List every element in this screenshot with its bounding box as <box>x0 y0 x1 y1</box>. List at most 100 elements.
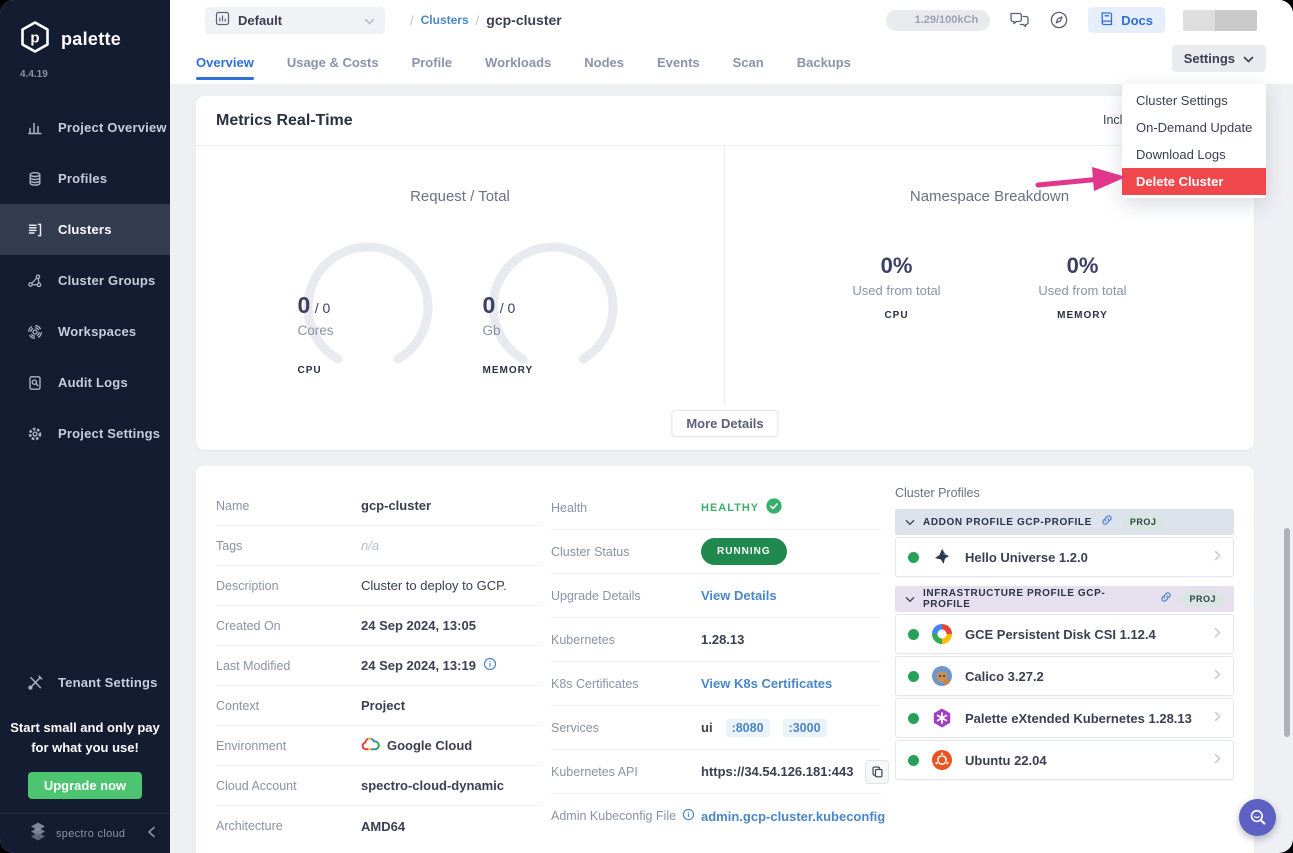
namespace-cpu-stat: 0% Used from total CPU <box>827 253 967 321</box>
pack-name: Calico 3.27.2 <box>965 669 1203 684</box>
sidebar-item-profiles[interactable]: Profiles <box>0 153 170 204</box>
cpu-gauge-unit: Cores <box>298 323 438 338</box>
view-details-link[interactable]: View Details <box>701 588 777 603</box>
page-scrollbar[interactable] <box>1284 528 1290 737</box>
gce-disk-icon <box>930 622 954 646</box>
help-search-fab[interactable] <box>1239 799 1276 836</box>
pack-row-ubuntu[interactable]: Ubuntu 22.04 <box>895 740 1234 780</box>
pack-row-pxk[interactable]: Palette eXtended Kubernetes 1.28.13 <box>895 698 1234 738</box>
sidebar-footer: spectro cloud <box>0 813 170 853</box>
detail-row-context: Context Project <box>216 686 540 726</box>
detail-row-description: Description Cluster to deploy to GCP. <box>216 566 540 606</box>
app-version: 4.4.19 <box>20 69 170 80</box>
pack-status-dot <box>908 629 919 640</box>
memory-metric-label: MEMORY <box>1013 310 1153 321</box>
docs-button-label: Docs <box>1121 13 1153 28</box>
detail-label: Tags <box>216 539 361 553</box>
project-selector-value: Default <box>238 13 356 28</box>
sidebar-item-tenant-settings[interactable]: Tenant Settings <box>0 658 170 708</box>
kubeconfig-download-link[interactable]: admin.gcp-cluster.kubeconfig <box>701 809 885 824</box>
copy-icon[interactable] <box>865 760 889 784</box>
menu-item-delete-cluster[interactable]: Delete Cluster <box>1122 168 1266 195</box>
check-circle-icon <box>766 498 782 517</box>
network-icon <box>26 272 44 290</box>
detail-row-health: Health HEALTHY <box>551 486 881 530</box>
tab-nodes[interactable]: Nodes <box>584 43 624 82</box>
collapse-sidebar-icon[interactable] <box>147 826 156 841</box>
info-icon[interactable] <box>483 657 497 674</box>
menu-item-cluster-settings[interactable]: Cluster Settings <box>1122 87 1266 114</box>
service-port-link[interactable]: :8080 <box>726 719 770 737</box>
chevron-right-icon <box>1214 667 1221 685</box>
chevron-down-icon <box>1243 51 1254 66</box>
chat-icon[interactable] <box>1008 9 1030 31</box>
breadcrumb-separator: / <box>476 13 480 28</box>
tab-overview[interactable]: Overview <box>196 43 254 82</box>
memory-percent: 0% <box>1013 253 1153 279</box>
detail-value: n/a <box>361 538 379 553</box>
tab-usage-costs[interactable]: Usage & Costs <box>287 43 379 82</box>
tab-profile[interactable]: Profile <box>412 43 452 82</box>
detail-label: Name <box>216 499 361 513</box>
sidebar-item-cluster-groups[interactable]: Cluster Groups <box>0 255 170 306</box>
tab-workloads[interactable]: Workloads <box>485 43 551 82</box>
sidebar-item-label: Project Overview <box>58 120 167 135</box>
google-cloud-icon <box>361 737 380 755</box>
chevron-down-icon <box>905 513 915 531</box>
link-icon[interactable] <box>1100 513 1114 532</box>
pack-name: Palette eXtended Kubernetes 1.28.13 <box>965 711 1203 726</box>
sidebar-item-project-settings[interactable]: Project Settings <box>0 408 170 459</box>
memory-gauge-metric: MEMORY <box>483 365 623 376</box>
upgrade-promo: Start small and only pay for what you us… <box>0 708 170 813</box>
infrastructure-profile-header[interactable]: INFRASTRUCTURE PROFILE GCP-PROFILE PROJ <box>895 586 1234 612</box>
gear-icon <box>26 425 44 443</box>
clusters-list-icon <box>26 221 44 239</box>
view-k8s-certificates-link[interactable]: View K8s Certificates <box>701 676 832 691</box>
addon-profile-header[interactable]: ADDON PROFILE GCP-PROFILE PROJ <box>895 509 1234 535</box>
sidebar-item-clusters[interactable]: Clusters <box>0 204 170 255</box>
menu-item-download-logs[interactable]: Download Logs <box>1122 141 1266 168</box>
promo-line-2: for what you use! <box>10 738 160 758</box>
breadcrumb-separator: / <box>410 13 414 28</box>
detail-row-k8s-certificates: K8s Certificates View K8s Certificates <box>551 662 881 706</box>
palette-logo-icon: p <box>18 20 52 59</box>
docs-button[interactable]: Docs <box>1088 7 1165 33</box>
service-port-link[interactable]: :3000 <box>783 719 827 737</box>
hello-universe-icon <box>930 545 954 569</box>
pack-status-dot <box>908 671 919 682</box>
menu-item-on-demand-update[interactable]: On-Demand Update <box>1122 114 1266 141</box>
audit-log-icon <box>26 374 44 392</box>
book-icon <box>1100 11 1114 29</box>
tab-backups[interactable]: Backups <box>797 43 851 82</box>
sidebar-item-label: Clusters <box>58 222 112 237</box>
calico-icon <box>930 664 954 688</box>
more-details-button[interactable]: More Details <box>671 410 778 437</box>
sidebar-item-audit-logs[interactable]: Audit Logs <box>0 357 170 408</box>
pack-row-gce-disk[interactable]: GCE Persistent Disk CSI 1.12.4 <box>895 614 1234 654</box>
detail-label: Description <box>216 579 361 593</box>
detail-value: Google Cloud <box>387 738 472 753</box>
sidebar-item-workspaces[interactable]: Workspaces <box>0 306 170 357</box>
pack-row-calico[interactable]: Calico 3.27.2 <box>895 656 1234 696</box>
usage-credits-badge: 1.29/100kCh <box>886 10 990 31</box>
tab-events[interactable]: Events <box>657 43 700 82</box>
detail-value: 24 Sep 2024, 13:19 <box>361 658 476 673</box>
upgrade-now-button[interactable]: Upgrade now <box>28 772 142 799</box>
pack-row-hello-universe[interactable]: Hello Universe 1.2.0 <box>895 537 1234 577</box>
tab-scan[interactable]: Scan <box>733 43 764 82</box>
compass-icon[interactable] <box>1048 9 1070 31</box>
detail-value: gcp-cluster <box>361 498 431 513</box>
cpu-gauge: 0 / 0 Cores CPU <box>298 237 438 383</box>
cpu-gauge-total: / 0 <box>315 300 331 316</box>
info-icon[interactable] <box>682 808 695 824</box>
proj-scope-badge: PROJ <box>1122 514 1165 530</box>
detail-row-services: Services ui:8080:3000 <box>551 706 881 750</box>
svg-text:p: p <box>30 30 39 47</box>
sidebar-item-project-overview[interactable]: Project Overview <box>0 102 170 153</box>
sidebar-item-label: Workspaces <box>58 324 136 339</box>
project-selector-dropdown[interactable]: Default <box>205 7 385 34</box>
link-icon[interactable] <box>1159 590 1173 609</box>
breadcrumb-clusters-link[interactable]: Clusters <box>421 13 469 27</box>
detail-label: Cloud Account <box>216 779 361 793</box>
settings-button[interactable]: Settings <box>1172 45 1266 72</box>
